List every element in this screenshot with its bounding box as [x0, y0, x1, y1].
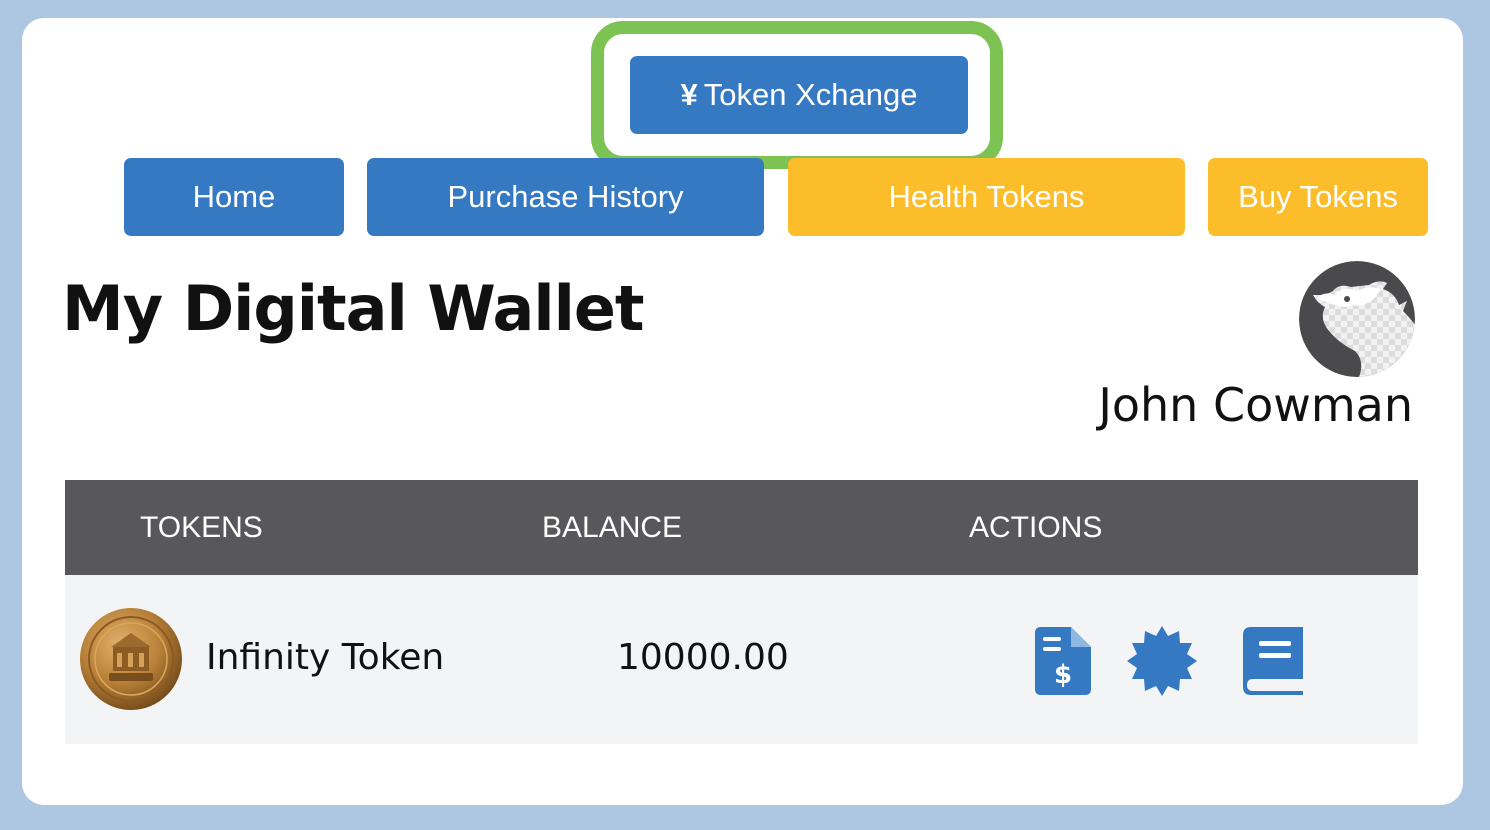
yen-icon: ¥ — [680, 77, 698, 112]
token-xchange-label: Token Xchange — [703, 77, 918, 112]
token-table: TOKENS BALANCE ACTIONS Infinity Token 10 — [65, 480, 1418, 744]
column-header-actions: ACTIONS — [969, 511, 1103, 544]
token-balance: 10000.00 — [617, 637, 789, 678]
certificate-badge-icon[interactable] — [1127, 626, 1197, 696]
nav-buy-tokens-button[interactable]: Buy Tokens — [1208, 158, 1428, 236]
book-icon[interactable] — [1243, 627, 1303, 695]
invoice-dollar-icon[interactable]: $ — [1035, 627, 1091, 695]
table-row: Infinity Token 10000.00 $ — [65, 575, 1418, 744]
user-name: John Cowman — [1098, 378, 1413, 432]
table-header: TOKENS BALANCE ACTIONS — [65, 480, 1418, 575]
cow-avatar-icon[interactable] — [1299, 261, 1415, 377]
page-title: My Digital Wallet — [62, 272, 645, 345]
column-header-tokens: TOKENS — [140, 511, 263, 544]
token-xchange-button[interactable]: ¥ Token Xchange — [630, 56, 968, 134]
svg-text:$: $ — [1054, 660, 1072, 690]
nav-purchase-history-button[interactable]: Purchase History — [367, 158, 764, 236]
column-header-balance: BALANCE — [542, 511, 683, 544]
token-name: Infinity Token — [206, 637, 445, 678]
nav-health-tokens-button[interactable]: Health Tokens — [788, 158, 1185, 236]
nav-home-button[interactable]: Home — [124, 158, 344, 236]
infinity-coin-icon — [80, 608, 182, 710]
